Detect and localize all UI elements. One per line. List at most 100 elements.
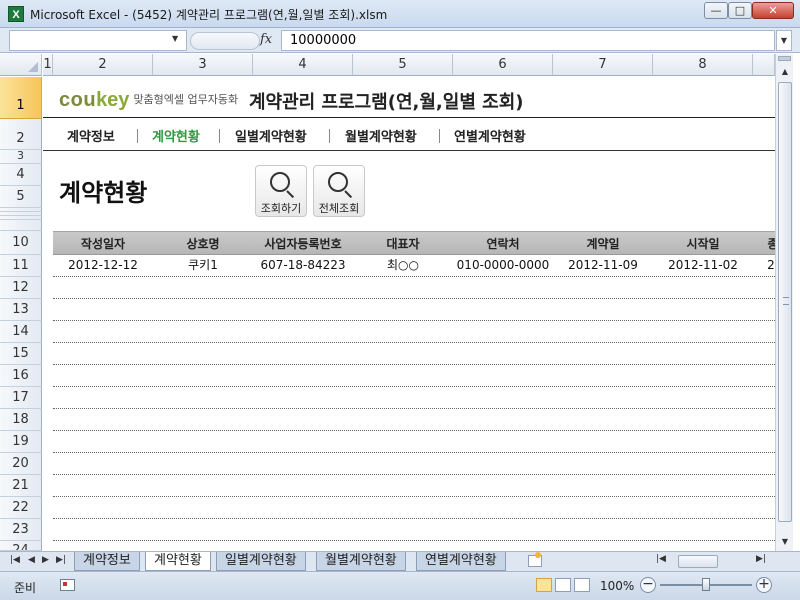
cell-business-number[interactable]: 607-18-84223 bbox=[253, 255, 353, 276]
column-header[interactable]: 7 bbox=[553, 54, 653, 76]
close-button[interactable]: ✕ bbox=[752, 2, 794, 19]
split-handle[interactable] bbox=[778, 56, 791, 61]
cell-representative[interactable]: 최○○ bbox=[353, 255, 453, 276]
column-header[interactable]: 3 bbox=[153, 54, 253, 76]
sheet-tab-monthly-status[interactable]: 월별계약현황 bbox=[316, 552, 406, 571]
worksheet-grid[interactable]: coukey 맞춤형엑셀 업무자동화 계약관리 프로그램(연,월,일별 조회) 계… bbox=[43, 77, 775, 551]
formula-bar: ▼ fx 10000000 ▼ bbox=[0, 28, 800, 53]
row-header[interactable]: 1 bbox=[0, 77, 42, 119]
row-header[interactable]: 10 bbox=[0, 231, 42, 255]
table-row[interactable] bbox=[53, 299, 775, 321]
cell-contact[interactable]: 010-0000-0000 bbox=[453, 255, 553, 276]
column-header[interactable]: 6 bbox=[453, 54, 553, 76]
row-header[interactable]: 13 bbox=[0, 299, 42, 321]
select-all-corner[interactable] bbox=[0, 54, 42, 76]
row-header[interactable]: 14 bbox=[0, 321, 42, 343]
nav-link-contract-status[interactable]: 계약현황 bbox=[152, 126, 200, 145]
page-break-view-icon[interactable] bbox=[574, 578, 590, 592]
coukey-logo: coukey 맞춤형엑셀 업무자동화 bbox=[59, 89, 239, 111]
view-all-button-label: 전체조회 bbox=[318, 202, 360, 215]
vertical-scroll-thumb[interactable] bbox=[778, 82, 792, 522]
scroll-left-icon[interactable]: |◀ bbox=[656, 554, 666, 564]
view-all-button[interactable]: 전체조회 bbox=[313, 165, 365, 217]
sheet-tab-contract-info[interactable]: 계약정보 bbox=[74, 552, 140, 571]
first-sheet-icon[interactable]: |◀ bbox=[10, 555, 20, 565]
nav-link-contract-info[interactable]: 계약정보 bbox=[67, 126, 115, 145]
row-header[interactable]: 23 bbox=[0, 519, 42, 541]
normal-view-icon[interactable] bbox=[536, 578, 552, 592]
name-box[interactable] bbox=[9, 30, 187, 51]
insert-sheet-icon[interactable] bbox=[528, 552, 542, 567]
zoom-slider-thumb[interactable] bbox=[702, 578, 710, 591]
prev-sheet-icon[interactable]: ◀ bbox=[28, 555, 35, 565]
scroll-up-icon[interactable]: ▲ bbox=[777, 64, 793, 80]
insert-function-icon[interactable]: fx bbox=[260, 32, 272, 47]
zoom-level[interactable]: 100% bbox=[600, 579, 634, 593]
row-header[interactable]: 5 bbox=[0, 186, 42, 208]
cell-end-date[interactable]: 2 bbox=[765, 255, 775, 276]
zoom-in-icon[interactable]: + bbox=[756, 577, 772, 593]
horizontal-scrollbar[interactable]: |◀ ▶| bbox=[656, 554, 776, 569]
sheet-tab-yearly-status[interactable]: 연별계약현황 bbox=[416, 552, 506, 571]
search-button[interactable]: 조회하기 bbox=[255, 165, 307, 217]
row-header-hidden[interactable] bbox=[0, 220, 42, 231]
table-row[interactable] bbox=[53, 453, 775, 475]
column-header[interactable]: 2 bbox=[53, 54, 153, 76]
cell-start-date[interactable]: 2012-11-02 bbox=[653, 255, 753, 276]
cell-company[interactable]: 쿠키1 bbox=[153, 255, 253, 276]
row-header[interactable]: 22 bbox=[0, 497, 42, 519]
row-header[interactable]: 19 bbox=[0, 431, 42, 453]
maximize-button[interactable]: □ bbox=[728, 2, 752, 19]
column-header[interactable] bbox=[753, 54, 775, 76]
table-row[interactable] bbox=[53, 387, 775, 409]
row-header[interactable]: 4 bbox=[0, 164, 42, 186]
column-header[interactable]: 4 bbox=[253, 54, 353, 76]
sheet-tab-daily-status[interactable]: 일별계약현황 bbox=[216, 552, 306, 571]
zoom-out-icon[interactable]: − bbox=[640, 577, 656, 593]
row-header[interactable]: 24 bbox=[0, 541, 42, 551]
sheet-tab-contract-status[interactable]: 계약현황 bbox=[145, 552, 211, 571]
vertical-scrollbar[interactable]: ▲ ▼ bbox=[775, 54, 793, 551]
chevron-down-icon[interactable]: ▼ bbox=[172, 34, 178, 43]
cell-contract-date[interactable]: 2012-11-09 bbox=[553, 255, 653, 276]
table-row[interactable] bbox=[53, 497, 775, 519]
table-row[interactable] bbox=[53, 277, 775, 299]
nav-link-daily-status[interactable]: 일별계약현황 bbox=[235, 126, 307, 145]
table-row[interactable] bbox=[53, 475, 775, 497]
table-row[interactable] bbox=[53, 431, 775, 453]
row-header[interactable]: 15 bbox=[0, 343, 42, 365]
table-row[interactable] bbox=[53, 343, 775, 365]
nav-link-yearly-status[interactable]: 연별계약현황 bbox=[454, 126, 526, 145]
column-header[interactable]: 1 bbox=[43, 54, 53, 76]
row-header[interactable]: 16 bbox=[0, 365, 42, 387]
table-row[interactable] bbox=[53, 321, 775, 343]
table-row[interactable]: 2012-12-12 쿠키1 607-18-84223 최○○ 010-0000… bbox=[53, 255, 775, 277]
expand-formula-bar-icon[interactable]: ▼ bbox=[776, 30, 792, 51]
row-header[interactable]: 18 bbox=[0, 409, 42, 431]
horizontal-scroll-thumb[interactable] bbox=[678, 555, 718, 568]
page-layout-view-icon[interactable] bbox=[555, 578, 571, 592]
row-header[interactable]: 20 bbox=[0, 453, 42, 475]
excel-app-icon[interactable]: X bbox=[8, 6, 24, 22]
scroll-right-icon[interactable]: ▶| bbox=[756, 554, 766, 564]
cell-date[interactable]: 2012-12-12 bbox=[53, 255, 153, 276]
formula-input[interactable]: 10000000 bbox=[281, 30, 775, 51]
row-header[interactable]: 17 bbox=[0, 387, 42, 409]
next-sheet-icon[interactable]: ▶ bbox=[42, 555, 49, 565]
row-header[interactable]: 3 bbox=[0, 150, 42, 164]
nav-link-monthly-status[interactable]: 월별계약현황 bbox=[345, 126, 417, 145]
formula-bar-resize-handle[interactable] bbox=[190, 32, 260, 50]
scroll-down-icon[interactable]: ▼ bbox=[777, 534, 793, 550]
minimize-button[interactable]: — bbox=[704, 2, 728, 19]
row-header[interactable]: 2 bbox=[0, 119, 42, 150]
row-header[interactable]: 21 bbox=[0, 475, 42, 497]
table-row[interactable] bbox=[53, 409, 775, 431]
row-header[interactable]: 11 bbox=[0, 255, 42, 277]
table-row[interactable] bbox=[53, 519, 775, 541]
last-sheet-icon[interactable]: ▶| bbox=[56, 555, 66, 565]
row-header[interactable]: 12 bbox=[0, 277, 42, 299]
column-header[interactable]: 8 bbox=[653, 54, 753, 76]
table-row[interactable] bbox=[53, 365, 775, 387]
macro-record-icon[interactable] bbox=[60, 579, 75, 591]
column-header[interactable]: 5 bbox=[353, 54, 453, 76]
